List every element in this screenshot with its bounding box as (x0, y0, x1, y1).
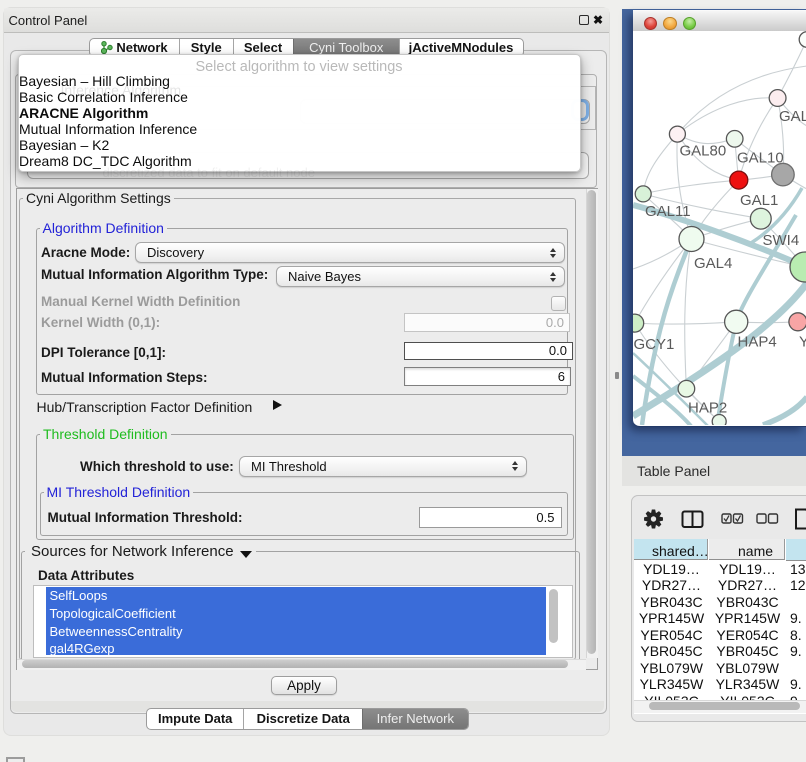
svg-text:GAL1: GAL1 (740, 192, 778, 209)
svg-text:GAL7: GAL7 (779, 108, 806, 125)
svg-text:GAL10: GAL10 (737, 150, 784, 167)
svg-text:GAL11: GAL11 (645, 203, 691, 220)
svg-text:SWI4: SWI4 (763, 232, 800, 249)
svg-text:GCY1: GCY1 (634, 336, 675, 353)
svg-text:GAL4: GAL4 (694, 255, 732, 272)
svg-text:GAL80: GAL80 (680, 143, 727, 160)
svg-text:YJ: YJ (799, 334, 806, 351)
svg-text:HAP2: HAP2 (688, 400, 727, 417)
svg-text:HAP4: HAP4 (738, 334, 777, 351)
